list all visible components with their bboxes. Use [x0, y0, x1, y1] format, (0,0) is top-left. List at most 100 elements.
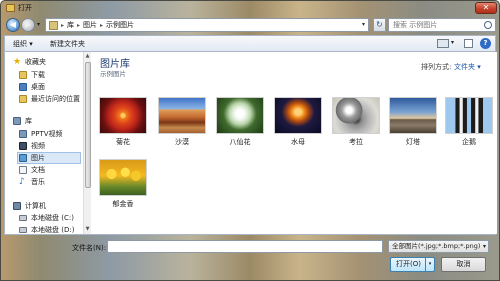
forward-button[interactable]: ▶: [21, 18, 35, 32]
file-name: 沙漠: [175, 138, 189, 146]
file-item[interactable]: 灯塔: [389, 97, 439, 147]
sidebar-item-videos[interactable]: 视频: [19, 140, 83, 152]
breadcrumb-sample-pictures[interactable]: 示例图片: [106, 20, 134, 30]
sidebar-item-desktop[interactable]: 桌面: [19, 81, 83, 93]
file-list: 图片库 示例图片 排列方式: 文件夹 ▾ 菊花 沙漠 八仙花 水母 考拉 灯塔 …: [92, 52, 497, 234]
sidebar-item-label: 视频: [31, 142, 45, 150]
navigation-pane: ★ 收藏夹 下载 桌面 最近访问的位置 库 PPTV视频 视频 图片 文档 ♪ …: [5, 52, 83, 234]
scrollbar-thumb[interactable]: [85, 62, 91, 188]
file-item[interactable]: 水母: [274, 97, 324, 147]
close-icon: ✕: [482, 3, 490, 12]
sidebar-item-label: 计算机: [25, 202, 46, 210]
new-folder-button[interactable]: 新建文件夹: [50, 39, 85, 49]
sidebar-item-computer[interactable]: 计算机: [13, 200, 83, 212]
sidebar-item-label: 本地磁盘 (C:): [31, 214, 74, 222]
file-name-label: 文件名(N):: [72, 244, 107, 252]
document-icon: [19, 166, 27, 174]
desktop-icon: [19, 83, 27, 91]
sidebar-item-pptv-video[interactable]: PPTV视频: [19, 128, 83, 140]
back-button[interactable]: ◀: [6, 18, 20, 32]
sidebar-item-label: 本地磁盘 (D:): [31, 226, 75, 234]
address-bar[interactable]: ▸ 库 ▸ 图片 ▸ 示例图片 ▾: [45, 18, 369, 32]
sidebar-item-label: 文档: [31, 166, 45, 174]
thumbnail-image: [389, 97, 437, 134]
sidebar-item-label: 桌面: [31, 83, 45, 91]
hard-drive-icon: [19, 227, 27, 233]
sidebar-item-label: 最近访问的位置: [31, 95, 80, 103]
thumbnail-image: [332, 97, 380, 134]
folder-icon: [6, 4, 15, 12]
sidebar-item-music[interactable]: ♪ 音乐: [19, 176, 83, 188]
breadcrumb-separator: ▸: [100, 21, 104, 29]
file-name: 八仙花: [229, 138, 251, 146]
thumbnail-image: [445, 97, 493, 134]
sidebar-item-favorites[interactable]: ★ 收藏夹: [13, 56, 83, 68]
breadcrumb-separator: ▸: [77, 21, 81, 29]
file-item[interactable]: 菊花: [99, 97, 149, 147]
video-icon: [19, 142, 27, 150]
close-button[interactable]: ✕: [475, 2, 497, 14]
file-item[interactable]: 沙漠: [158, 97, 208, 147]
title-bar: 打开 ✕: [1, 1, 500, 15]
search-input[interactable]: [393, 21, 483, 29]
file-name: 灯塔: [406, 138, 420, 146]
file-type-select[interactable]: 全部图片(*.jpg;*.bmp;*.png) ▾: [388, 240, 489, 253]
scroll-down-icon[interactable]: ▼: [84, 226, 91, 233]
change-view-icon[interactable]: [437, 39, 449, 48]
sidebar-item-label: PPTV视频: [31, 130, 63, 138]
library-icon: [13, 117, 21, 125]
sidebar-item-libraries[interactable]: 库: [13, 115, 83, 127]
open-button[interactable]: 打开(O) ▾: [390, 257, 435, 272]
search-icon[interactable]: [484, 21, 492, 29]
preview-pane-icon[interactable]: [464, 39, 473, 48]
sidebar-item-documents[interactable]: 文档: [19, 164, 83, 176]
sidebar-item-drive-d[interactable]: 本地磁盘 (D:): [19, 224, 83, 234]
file-name: 水母: [291, 138, 305, 146]
address-dropdown-icon[interactable]: ▾: [362, 21, 365, 28]
sidebar-item-drive-c[interactable]: 本地磁盘 (C:): [19, 212, 83, 224]
arrange-by-label: 排列方式:: [421, 63, 452, 71]
sidebar-item-downloads[interactable]: 下载: [19, 69, 83, 81]
sidebar-item-label: 库: [25, 117, 32, 125]
sidebar-item-label: 收藏夹: [25, 58, 46, 66]
sidebar-item-label: 下载: [31, 71, 45, 79]
file-name-field[interactable]: [107, 240, 383, 253]
file-type-value: 全部图片(*.jpg;*.bmp;*.png): [392, 242, 481, 250]
chevron-down-icon: ▾: [482, 243, 486, 250]
file-item[interactable]: 企鹅: [445, 97, 495, 147]
recent-locations-dropdown[interactable]: ▾: [37, 21, 40, 28]
open-button-label: 打开(O): [396, 260, 421, 268]
organize-menu[interactable]: 组织 ▾: [13, 39, 33, 49]
open-options-dropdown[interactable]: ▾: [425, 258, 434, 271]
music-note-icon: ♪: [19, 177, 25, 187]
forward-arrow-icon: ▶: [24, 20, 32, 29]
thumbnail-image: [99, 97, 147, 134]
recent-places-icon: [19, 95, 27, 103]
file-name: 考拉: [349, 138, 363, 146]
file-name: 郁金香: [112, 200, 134, 208]
downloads-folder-icon: [19, 71, 27, 79]
file-item[interactable]: 郁金香: [99, 159, 149, 209]
open-file-dialog: 打开 ✕ ◀ ▶ ▾ ▸ 库 ▸ 图片 ▸ 示例图片 ▾ ↻ 组织 ▾ 新建文件…: [0, 0, 500, 281]
search-box[interactable]: [388, 18, 496, 32]
content-area: ★ 收藏夹 下载 桌面 最近访问的位置 库 PPTV视频 视频 图片 文档 ♪ …: [4, 52, 497, 235]
file-item[interactable]: 八仙花: [216, 97, 266, 147]
thumbnail-image: [99, 159, 147, 196]
help-icon[interactable]: ?: [480, 38, 491, 49]
sidebar-item-label: 音乐: [31, 178, 45, 186]
breadcrumb-pictures[interactable]: 图片: [83, 20, 97, 30]
navigation-scrollbar[interactable]: ▲ ▼: [83, 52, 91, 234]
arrange-by-dropdown[interactable]: 文件夹 ▾: [454, 62, 481, 72]
refresh-button[interactable]: ↻: [373, 18, 386, 32]
sidebar-item-recent-places[interactable]: 最近访问的位置: [19, 93, 83, 105]
cancel-button[interactable]: 取消: [441, 257, 486, 272]
view-options-dropdown[interactable]: ▾: [451, 39, 454, 46]
scroll-up-icon[interactable]: ▲: [84, 53, 91, 60]
refresh-icon: ↻: [376, 20, 383, 29]
video-library-icon: [19, 130, 27, 138]
breadcrumb-library[interactable]: 库: [67, 20, 74, 30]
thumbnail-image: [158, 97, 206, 134]
library-subtitle: 示例图片: [100, 70, 126, 78]
sidebar-item-pictures[interactable]: 图片: [17, 152, 81, 164]
file-item[interactable]: 考拉: [332, 97, 382, 147]
